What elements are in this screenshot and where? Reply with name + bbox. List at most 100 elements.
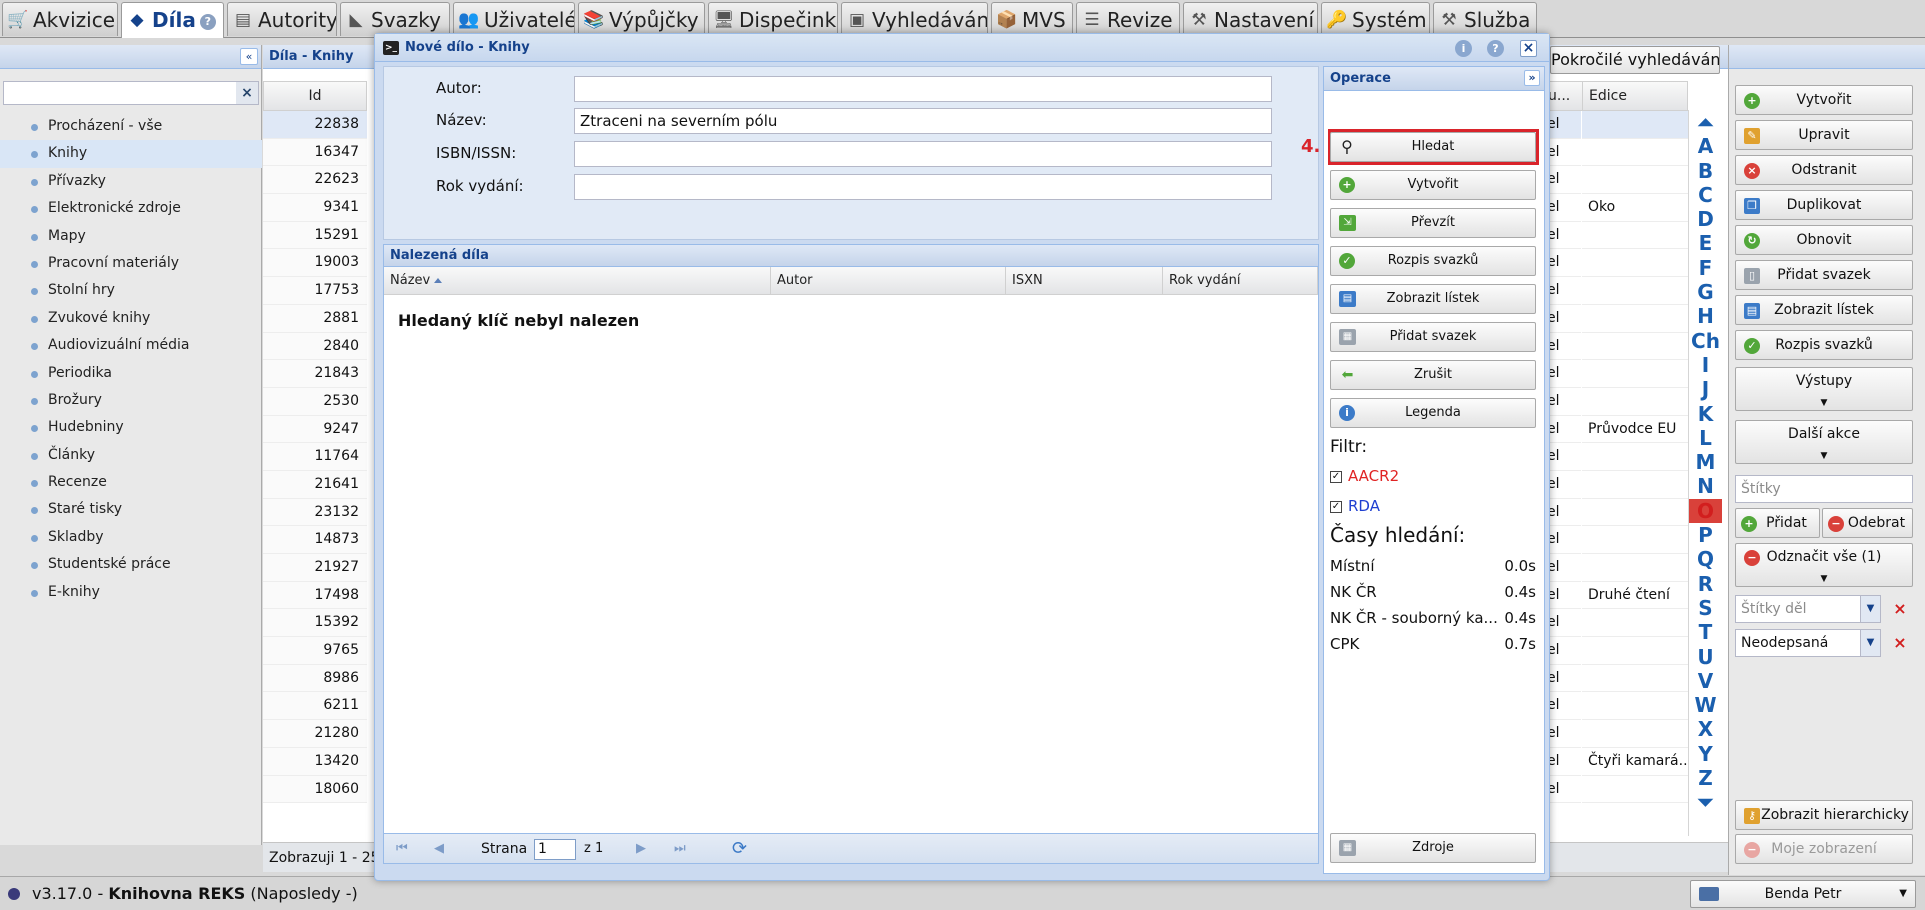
close-icon[interactable]: × (1520, 40, 1537, 57)
take-over-button[interactable]: ⇲ Převzít (1330, 208, 1536, 238)
alphabet-letter[interactable]: U (1689, 645, 1722, 669)
clear-work-tags-icon[interactable]: × (1891, 600, 1909, 618)
dialog-show-card-button[interactable]: ▤ Zobrazit lístek (1330, 284, 1536, 314)
work-tags-combo[interactable]: Štítky děl ▼ (1735, 595, 1881, 623)
table-cell-edice[interactable] (1582, 609, 1688, 638)
table-row-id[interactable]: 21843 (263, 360, 367, 388)
author-input[interactable] (574, 76, 1272, 102)
table-row-id[interactable]: 9247 (263, 415, 367, 444)
alphabet-letter[interactable]: V (1689, 669, 1722, 693)
alphabet-letter[interactable]: A (1689, 134, 1722, 158)
table-cell-edice[interactable] (1582, 249, 1688, 278)
table-cell-edice[interactable] (1582, 692, 1688, 721)
category-item[interactable]: Přívazky (0, 168, 262, 195)
add-tag-button[interactable]: + Přidat (1735, 508, 1820, 538)
category-item[interactable]: Procházení - vše (0, 113, 262, 140)
table-cell-edice[interactable] (1582, 333, 1688, 361)
table-row-id[interactable]: 2840 (263, 332, 367, 361)
help-icon[interactable]: ? (1487, 40, 1504, 57)
last-page-icon[interactable]: ⏭ (674, 834, 686, 864)
category-item[interactable]: Studentské práce (0, 551, 262, 578)
table-cell-edice[interactable] (1582, 776, 1688, 804)
create-button[interactable]: + Vytvořit (1735, 85, 1913, 115)
table-row-id[interactable]: 17498 (263, 581, 367, 610)
column-header-isxn[interactable]: ISXN (1006, 267, 1163, 295)
category-filter-input[interactable]: × (3, 81, 259, 105)
status-combo[interactable]: Neodepsaná ▼ (1735, 629, 1881, 657)
legend-button[interactable]: i Legenda (1330, 398, 1536, 428)
alphabet-letter[interactable]: I (1689, 353, 1722, 377)
tab-revize[interactable]: ☰ Revize (1076, 2, 1180, 36)
tab-mvs[interactable]: 📦 MVS (991, 2, 1073, 36)
collapse-left-icon[interactable]: « (240, 48, 258, 65)
alphabet-letter[interactable]: Q (1689, 547, 1722, 571)
delete-button[interactable]: × Odstranit (1735, 155, 1913, 185)
remove-tag-button[interactable]: − Odebrat (1822, 508, 1913, 538)
category-item[interactable]: E-knihy (0, 579, 262, 606)
table-row-id[interactable]: 13420 (263, 747, 367, 776)
alphabet-letter[interactable]: J (1689, 377, 1722, 401)
alphabet-letter[interactable]: W (1689, 693, 1722, 717)
isbn-input[interactable] (574, 141, 1272, 167)
tab-system[interactable]: 🔑 Systém (1321, 2, 1430, 36)
category-item[interactable]: Zvukové knihy (0, 305, 262, 332)
dialog-volume-list-button[interactable]: ✓ Rozpis svazků (1330, 246, 1536, 276)
tab-dila[interactable]: ◆ Díla? (121, 2, 224, 38)
alphabet-letter[interactable]: R (1689, 572, 1722, 596)
volume-list-button[interactable]: ✓ Rozpis svazků (1735, 330, 1913, 360)
table-cell-edice[interactable] (1582, 637, 1688, 665)
category-item[interactable]: Audiovizuální média (0, 332, 262, 359)
column-header-name[interactable]: Název (384, 267, 771, 295)
alphabet-letter[interactable]: L (1689, 426, 1722, 450)
alphabet-letter[interactable]: N (1689, 474, 1722, 498)
table-cell-edice[interactable] (1582, 277, 1688, 305)
user-menu-button[interactable]: Benda Petr ▼ (1690, 880, 1916, 908)
tab-uzivatele[interactable]: 👥 Uživatelé (453, 2, 575, 36)
title-input[interactable]: Ztraceni na severním pólu (574, 108, 1272, 134)
table-row-id[interactable]: 22623 (263, 166, 367, 195)
alphabet-letter[interactable]: X (1689, 717, 1722, 741)
alphabet-letter[interactable]: C (1689, 183, 1722, 207)
category-item[interactable]: Články (0, 442, 262, 469)
table-cell-edice[interactable] (1582, 665, 1688, 693)
column-header-author[interactable]: Autor (771, 267, 1006, 295)
table-row-id[interactable]: 23132 (263, 498, 367, 527)
table-cell-edice[interactable] (1582, 222, 1688, 250)
table-cell-edice[interactable] (1582, 554, 1688, 582)
table-cell-edice[interactable]: Oko (1582, 194, 1688, 222)
scroll-top-icon[interactable]: ⏶ (1689, 110, 1722, 134)
next-page-icon[interactable]: ▶ (636, 834, 646, 864)
category-item[interactable]: Skladby (0, 524, 262, 551)
alphabet-letter[interactable]: Ch (1689, 329, 1722, 353)
category-item[interactable]: Mapy (0, 223, 262, 250)
collapse-operations-icon[interactable]: » (1524, 70, 1540, 86)
table-row-id[interactable]: 11764 (263, 443, 367, 471)
table-row-id[interactable]: 22838 (263, 111, 367, 139)
category-item[interactable]: Pracovní materiály (0, 250, 262, 277)
alphabet-letter[interactable]: Z (1689, 766, 1722, 790)
category-item[interactable]: Periodika (0, 360, 262, 387)
alphabet-letter[interactable]: K (1689, 402, 1722, 426)
column-header-edice[interactable]: Edice (1582, 81, 1688, 111)
alphabet-letter[interactable]: S (1689, 596, 1722, 620)
tab-vyhledavani[interactable]: ▣ Vyhledávání (841, 2, 988, 36)
filter-aacr2-checkbox[interactable]: ✓ AACR2 (1330, 467, 1399, 485)
chevron-down-icon[interactable]: ▼ (1860, 596, 1880, 622)
tab-akvizice[interactable]: 🛒 Akvizice (2, 2, 118, 36)
category-item[interactable]: Brožury (0, 387, 262, 414)
table-row-id[interactable]: 15291 (263, 221, 367, 250)
category-item[interactable]: Stolní hry (0, 277, 262, 304)
table-row-id[interactable]: 9341 (263, 194, 367, 222)
table-cell-edice[interactable] (1582, 305, 1688, 333)
refresh-icon[interactable]: ⟳ (732, 834, 747, 864)
alphabet-letter[interactable]: P (1689, 523, 1722, 547)
table-cell-edice[interactable] (1582, 139, 1688, 167)
table-row-id[interactable]: 19003 (263, 249, 367, 278)
alphabet-letter[interactable]: E (1689, 231, 1722, 255)
category-item[interactable]: Elektronické zdroje (0, 195, 262, 222)
table-cell-edice[interactable] (1582, 720, 1688, 748)
year-input[interactable] (574, 174, 1272, 200)
search-button[interactable]: ⚲ Hledat (1330, 132, 1536, 162)
column-header-year[interactable]: Rok vydání (1163, 267, 1318, 295)
advanced-search-button[interactable]: Pokročilé vyhledávání (1550, 46, 1720, 74)
